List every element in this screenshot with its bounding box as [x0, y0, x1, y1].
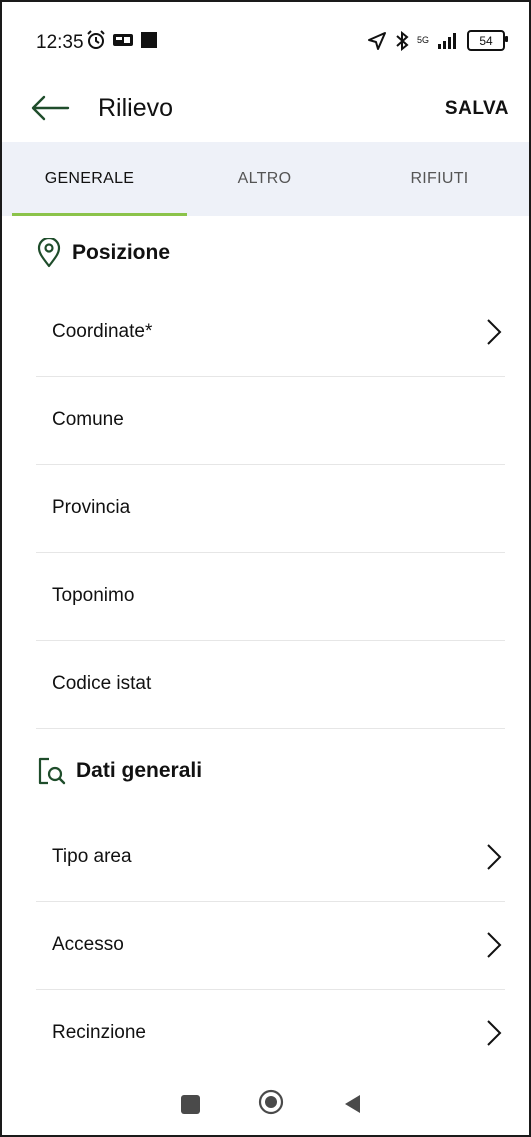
tab-generale[interactable]: GENERALE [2, 142, 187, 216]
tab-altro[interactable]: ALTRO [177, 142, 352, 216]
recent-apps-button[interactable] [181, 1095, 200, 1114]
phone-screen: 12:35 5G 54 Rilievo SALVA GENERALE ALTRO… [0, 0, 531, 1137]
signal-icon [438, 32, 456, 49]
row-codice-istat[interactable]: Codice istat [36, 641, 505, 729]
back-arrow-icon[interactable] [30, 92, 70, 124]
square-icon [141, 32, 157, 48]
location-arrow-icon [367, 31, 386, 50]
row-label: Comune [52, 409, 124, 430]
home-button[interactable] [258, 1089, 284, 1115]
battery-icon: 54 [467, 30, 508, 51]
row-label: Coordinate* [52, 321, 153, 342]
chevron-right-icon [487, 319, 502, 345]
chevron-right-icon [487, 1020, 502, 1046]
system-navigation-bar [2, 1073, 529, 1135]
status-time: 12:35 [36, 32, 84, 53]
tab-rifiuti[interactable]: RIFIUTI [352, 142, 527, 216]
row-label: Provincia [52, 497, 131, 518]
row-comune[interactable]: Comune [36, 377, 505, 465]
row-label: Codice istat [52, 673, 152, 694]
section-title: Dati generali [76, 759, 203, 782]
notification-icon [113, 34, 133, 46]
row-label: Toponimo [52, 585, 135, 606]
tab-bar: GENERALE ALTRO RIFIUTI [2, 142, 529, 216]
alarm-icon [87, 30, 105, 49]
section-header-general: Dati generali [36, 756, 202, 786]
section-title: Posizione [72, 241, 171, 264]
section-header-position: Posizione [36, 238, 170, 268]
row-accesso[interactable]: Accesso [36, 902, 505, 990]
app-bar: Rilievo SALVA [2, 80, 529, 138]
row-label: Tipo area [52, 846, 132, 867]
row-label: Accesso [52, 934, 124, 955]
system-back-button[interactable] [342, 1093, 362, 1115]
row-label: Recinzione [52, 1022, 146, 1043]
chevron-right-icon [487, 932, 502, 958]
status-bar: 12:35 5G 54 [2, 2, 529, 80]
chevron-right-icon [487, 844, 502, 870]
row-coordinate[interactable]: Coordinate* [36, 289, 505, 377]
document-search-icon [38, 757, 66, 785]
bluetooth-icon [396, 30, 409, 51]
row-toponimo[interactable]: Toponimo [36, 553, 505, 641]
row-provincia[interactable]: Provincia [36, 465, 505, 553]
location-pin-icon [37, 238, 61, 268]
save-button[interactable]: SALVA [445, 98, 509, 120]
row-recinzione[interactable]: Recinzione [36, 990, 505, 1078]
network-type: 5G [416, 35, 429, 45]
page-title: Rilievo [98, 94, 174, 122]
row-tipo-area[interactable]: Tipo area [36, 814, 505, 902]
